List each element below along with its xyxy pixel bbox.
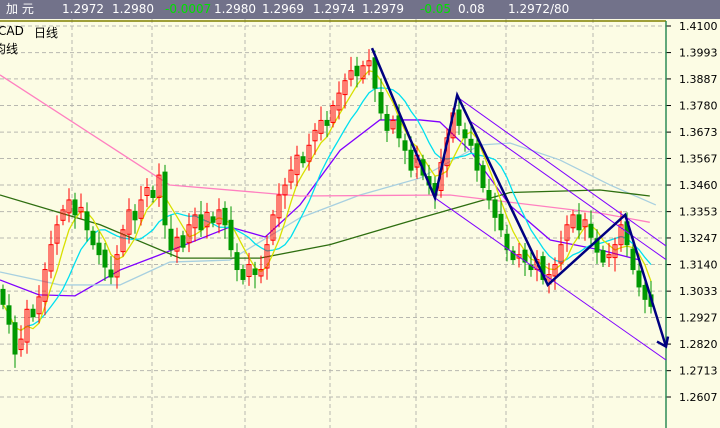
instrument-name: 加 元 — [6, 2, 34, 16]
candle-down — [222, 207, 228, 226]
symbol-label: CAD — [0, 24, 24, 38]
candle-down — [12, 322, 18, 355]
quote-field: 0.08 — [458, 2, 485, 16]
quote-field: 1.2972/80 — [508, 2, 570, 16]
y-tick-label: 1.3033 — [679, 285, 718, 298]
candle-down — [150, 190, 156, 198]
candle-down — [108, 269, 114, 278]
y-tick-label: 1.2713 — [679, 365, 718, 378]
candle-down — [300, 156, 306, 164]
candle-down — [462, 129, 468, 139]
candle-down — [72, 199, 78, 216]
y-tick-label: 1.3673 — [679, 126, 718, 139]
candle-down — [468, 138, 474, 146]
candle-down — [474, 143, 480, 171]
plot-area — [0, 19, 666, 428]
y-tick-label: 1.3353 — [679, 206, 718, 219]
y-tick-label: 1.2607 — [679, 391, 718, 404]
candle-down — [378, 92, 384, 114]
candle-down — [324, 119, 330, 126]
quote-field: -0.05 — [420, 2, 452, 16]
y-tick-label: 1.4100 — [679, 20, 718, 33]
candle-down — [408, 149, 414, 171]
candle-down — [252, 268, 258, 276]
candle-down — [132, 210, 138, 221]
y-tick-label: 1.2820 — [679, 338, 718, 351]
candle-down — [456, 109, 462, 126]
indicator-label: 均线 — [0, 42, 19, 56]
candle-down — [228, 219, 234, 251]
candle-down — [480, 165, 486, 189]
candle-down — [636, 270, 642, 288]
candle-down — [198, 214, 204, 231]
quote-header: 加 元 1.2972 1.2980 -0.0007 1.2980 1.2969 1.297… — [0, 0, 720, 19]
candlestick-chart: 1.4100 1.3993 1.3887 1.3780 1.3673 1.3567 1.34… — [0, 19, 718, 428]
quote-field: -0.0007 — [165, 2, 212, 16]
candle-down — [492, 199, 498, 218]
candle-down — [354, 65, 360, 77]
y-tick-label: 1.3993 — [679, 47, 718, 60]
y-tick-label: 1.3567 — [679, 152, 718, 165]
candle-down — [168, 228, 174, 251]
candle-down — [102, 249, 108, 268]
quote-field: 1.2972 — [62, 2, 104, 16]
quote-field: 1.2980 — [214, 2, 256, 16]
candle-down — [402, 140, 408, 151]
candle-down — [588, 223, 594, 238]
candle-down — [600, 250, 606, 263]
y-tick-label: 1.3887 — [679, 73, 718, 86]
candle-down — [234, 252, 240, 271]
quote-field: 1.2979 — [362, 2, 404, 16]
candle-down — [576, 214, 582, 231]
quote-field: 1.2974 — [313, 2, 355, 16]
candle-down — [90, 230, 96, 246]
candle-down — [162, 171, 168, 226]
y-tick-label: 1.3460 — [679, 179, 718, 192]
candle-down — [486, 190, 492, 201]
candle-down — [396, 115, 402, 139]
candle-down — [372, 57, 378, 89]
candle-down — [630, 248, 636, 271]
candle-down — [210, 216, 216, 223]
period-label: 日线 — [34, 26, 59, 40]
y-tick-label: 1.3140 — [679, 259, 718, 272]
candle-down — [6, 305, 12, 325]
candle-down — [96, 242, 102, 256]
y-tick-label: 1.3247 — [679, 232, 718, 245]
candle-down — [240, 269, 246, 280]
candle-down — [180, 235, 186, 248]
y-tick-label: 1.2927 — [679, 311, 718, 324]
candle-down — [498, 213, 504, 231]
candle-down — [84, 211, 90, 231]
candle-down — [642, 284, 648, 300]
quote-field: 1.2969 — [262, 2, 304, 16]
y-tick-label: 1.3780 — [679, 100, 718, 113]
candle-down — [384, 113, 390, 131]
candle-down — [0, 288, 6, 305]
candle-down — [30, 308, 36, 318]
quote-field: 1.2980 — [112, 2, 154, 16]
